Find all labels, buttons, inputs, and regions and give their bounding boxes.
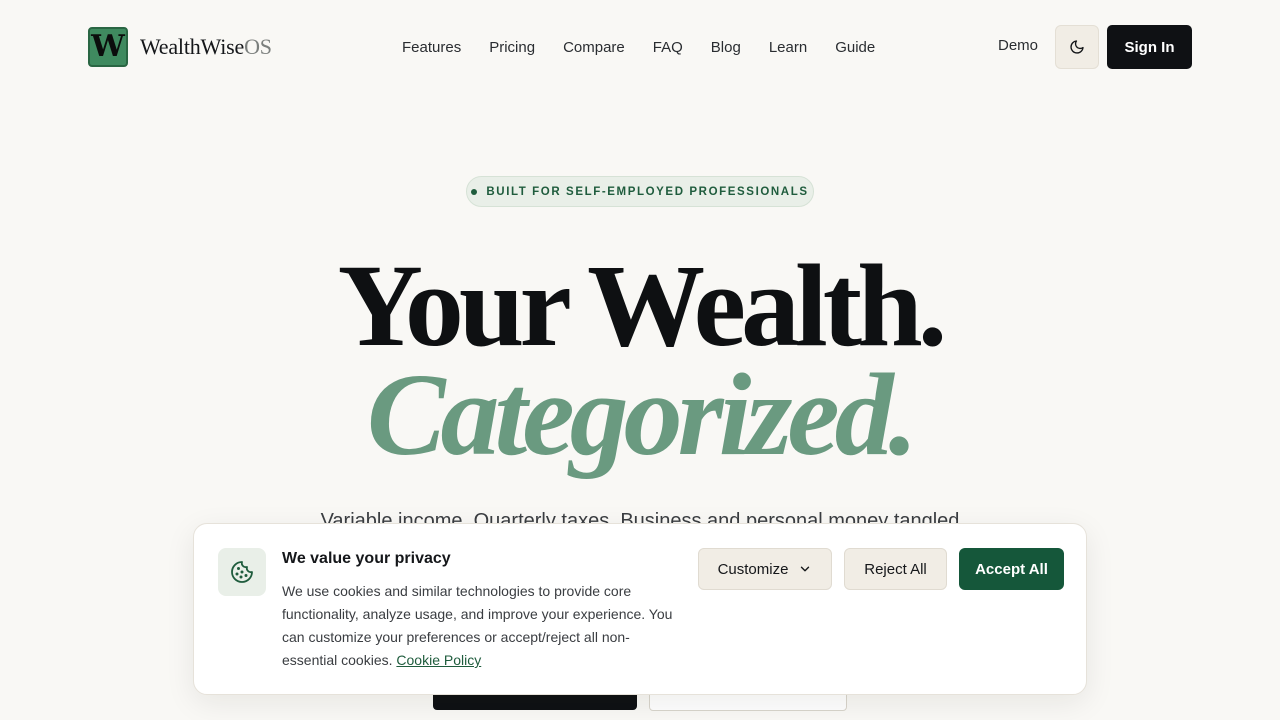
cookie-icon (231, 561, 253, 583)
customize-button[interactable]: Customize (698, 548, 832, 590)
nav-item-learn[interactable]: Learn (769, 39, 807, 56)
hero-badge: BUILT FOR SELF-EMPLOYED PROFESSIONALS (466, 176, 814, 207)
nav-item-faq[interactable]: FAQ (653, 39, 683, 56)
nav-item-guide[interactable]: Guide (835, 39, 875, 56)
sign-in-button[interactable]: Sign In (1107, 25, 1192, 69)
cookie-consent-banner: We value your privacy We use cookies and… (193, 523, 1087, 695)
cookie-title: We value your privacy (282, 550, 451, 567)
moon-icon (1070, 40, 1084, 54)
cookie-policy-link[interactable]: Cookie Policy (396, 652, 481, 668)
demo-link[interactable]: Demo (998, 37, 1038, 54)
badge-text: BUILT FOR SELF-EMPLOYED PROFESSIONALS (486, 185, 809, 198)
logo-name: WealthWise (140, 34, 245, 59)
cookie-icon-container (218, 548, 266, 596)
brand-logo[interactable]: W WealthWiseOS (88, 27, 272, 67)
logo-suffix: OS (244, 34, 272, 59)
logo-wordmark: WealthWiseOS (140, 34, 272, 60)
reject-all-button[interactable]: Reject All (844, 548, 947, 590)
site-header: W WealthWiseOS Features Pricing Compare … (0, 0, 1280, 94)
nav-item-compare[interactable]: Compare (563, 39, 625, 56)
theme-toggle-button[interactable] (1055, 25, 1099, 69)
logo-mark: W (88, 27, 128, 67)
cookie-description: We use cookies and similar technologies … (282, 580, 682, 672)
nav-item-pricing[interactable]: Pricing (489, 39, 535, 56)
accept-all-button[interactable]: Accept All (959, 548, 1064, 590)
badge-dot-icon (471, 188, 478, 195)
nav-item-blog[interactable]: Blog (711, 39, 741, 56)
customize-label: Customize (717, 560, 789, 578)
main-nav: Features Pricing Compare FAQ Blog Learn … (402, 36, 875, 58)
hero-headline-line2: Categorized. (366, 349, 918, 480)
chevron-down-icon (801, 566, 810, 572)
nav-item-features[interactable]: Features (402, 39, 461, 56)
